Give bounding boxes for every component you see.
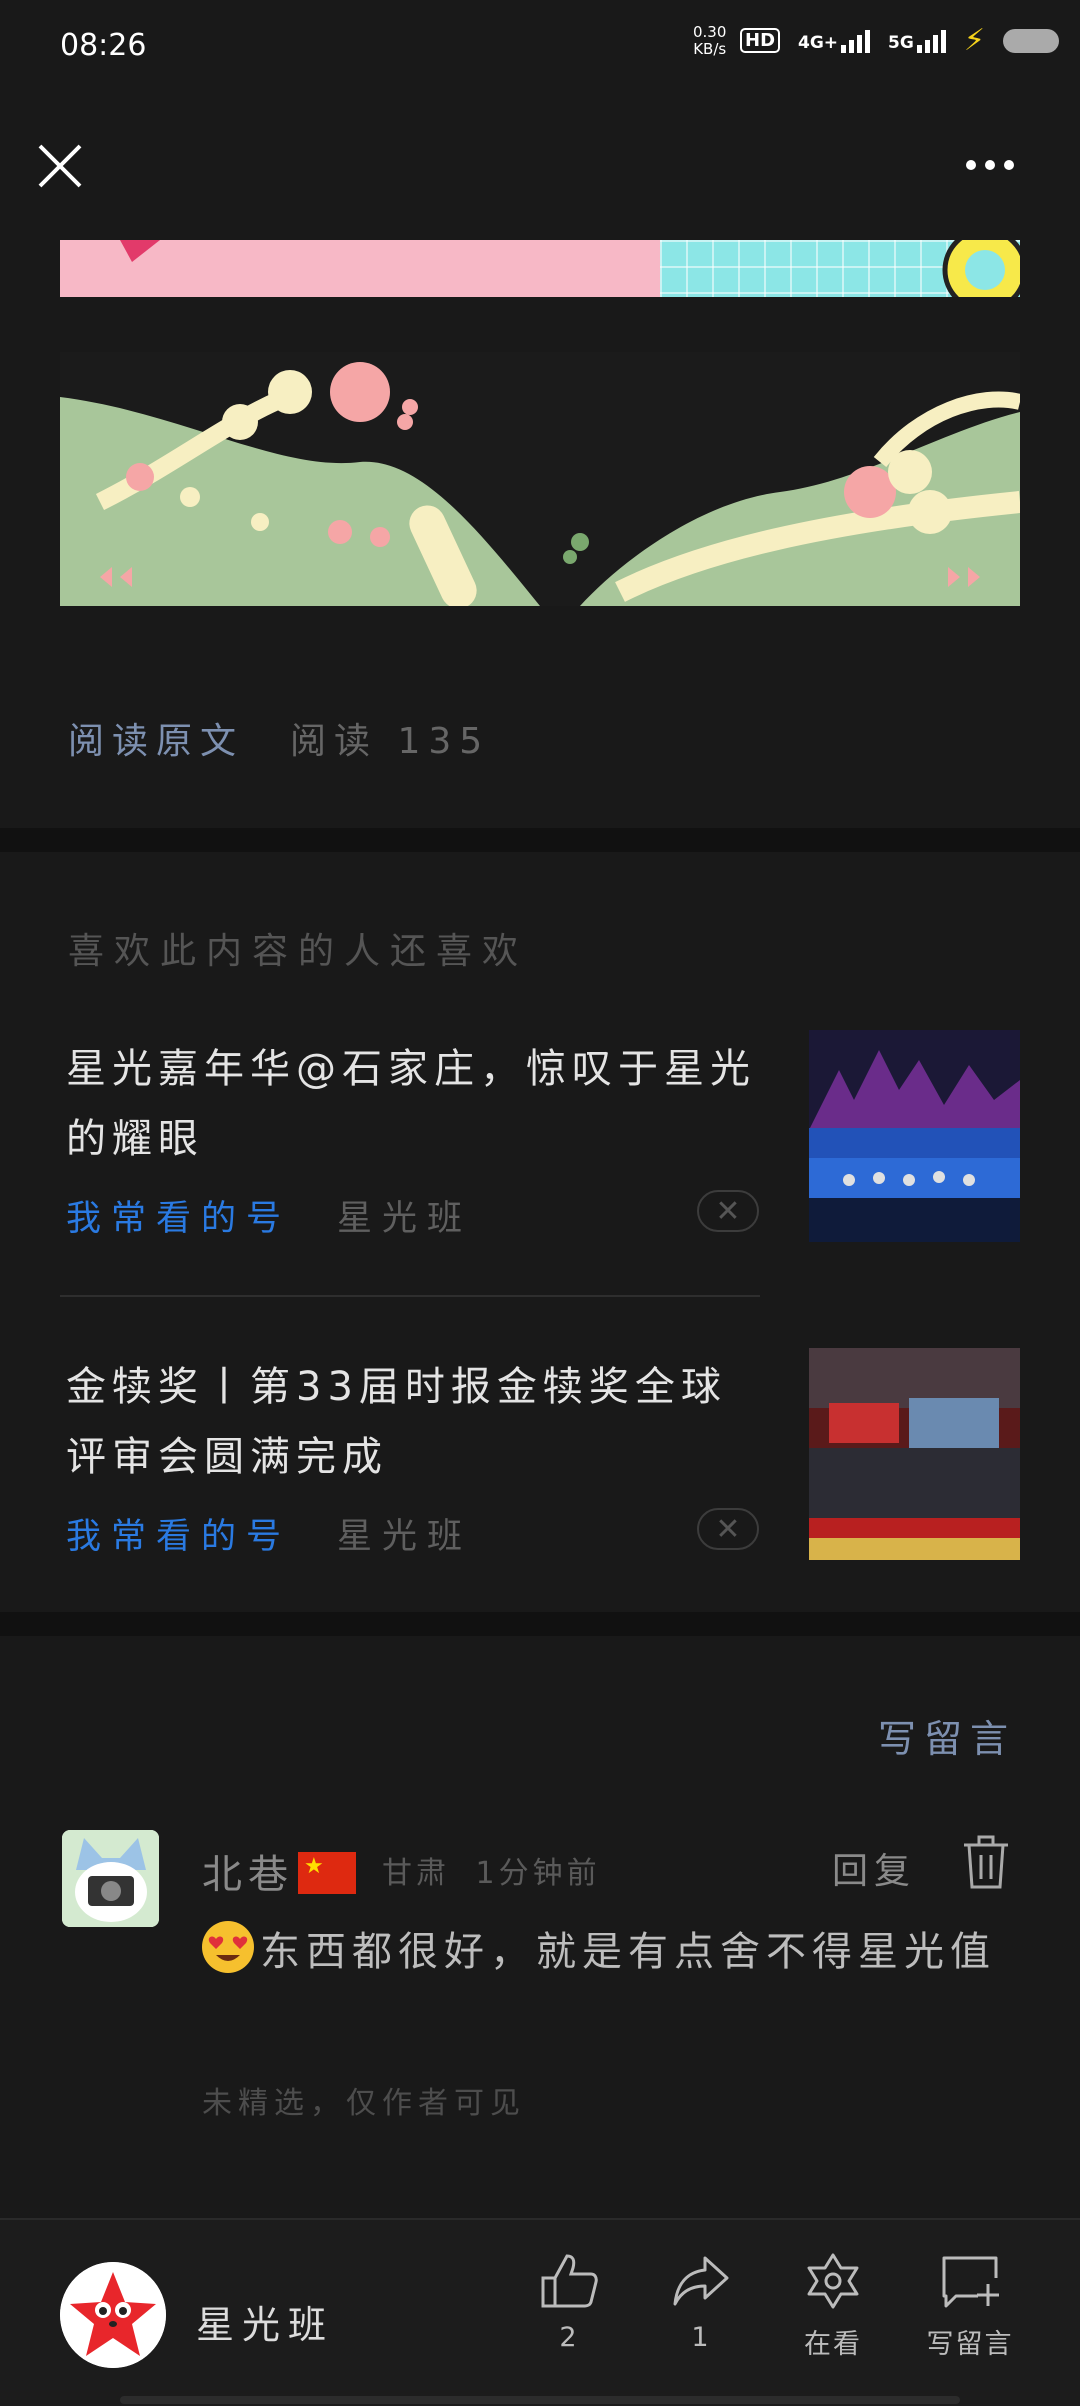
recommend-item-meta: 我常看的号 星光班 [66, 1190, 472, 1241]
status-time: 08:26 [60, 28, 147, 63]
concert-stage-image [809, 1030, 1020, 1242]
comment-time: 1分钟前 [475, 1856, 601, 1891]
charging-icon: ⚡ [963, 22, 985, 58]
like-count: 2 [559, 2322, 579, 2353]
section-separator [0, 828, 1080, 852]
read-count: 阅读 135 [290, 721, 491, 762]
thumbs-up-icon [541, 2254, 598, 2308]
hd-icon: HD [740, 28, 781, 53]
network-speed-value: 0.30 [693, 23, 727, 41]
network-speed-unit: KB/s [693, 40, 727, 58]
recommend-item-thumbnail[interactable] [809, 1030, 1020, 1242]
recommend-item-source[interactable]: 星光班 [337, 1190, 472, 1241]
cat-camera-avatar [62, 1830, 159, 1927]
delete-comment-button[interactable] [962, 1835, 1010, 1889]
write-comment-link[interactable]: 写留言 [878, 1708, 1016, 1763]
recommend-item-thumbnail[interactable] [809, 1348, 1020, 1560]
comment-label: 写留言 [926, 2329, 1014, 2360]
wow-label: 在看 [804, 2329, 862, 2360]
article-banner-image-top [60, 240, 1020, 297]
more-dot [1004, 160, 1014, 170]
article-banner-image [60, 352, 1020, 606]
comment-text-body: 东西都很好，就是有点舍不得星光值 [260, 1929, 996, 1975]
commenter-name[interactable]: 北巷 ★ [202, 1842, 356, 1900]
close-icon: ✕ [715, 1511, 741, 1547]
more-dot [966, 160, 976, 170]
recommend-item-title[interactable]: 金犊奖丨第33届时报金犊奖全球评审会圆满完成 [66, 1352, 766, 1492]
close-icon [38, 144, 82, 188]
wow-button[interactable]: 在看 [788, 2252, 878, 2361]
nr-label: 5G [888, 32, 914, 53]
status-icons: HD 4G+ 5G ⚡ [740, 22, 1059, 58]
recommend-item-title[interactable]: 星光嘉年华@石家庄，惊叹于星光的耀眼 [66, 1034, 766, 1174]
account-name[interactable]: 星光班 [196, 2294, 334, 2349]
floral-illustration [60, 362, 1020, 606]
home-indicator [120, 2396, 960, 2404]
more-dot [985, 160, 995, 170]
read-original-link[interactable]: 阅读原文 [68, 712, 244, 764]
section-separator [0, 1612, 1080, 1636]
comment-region: 甘肃 [382, 1856, 450, 1891]
recommend-divider [60, 1295, 760, 1297]
comment-button[interactable]: 写留言 [920, 2252, 1020, 2361]
group-photo-image [809, 1348, 1020, 1560]
more-button[interactable] [966, 150, 1026, 180]
signal-5g-icon: 5G [888, 29, 946, 53]
recommend-item-meta: 我常看的号 星光班 [66, 1508, 472, 1559]
wow-star-icon [807, 2253, 859, 2309]
like-button[interactable]: 2 [524, 2252, 614, 2353]
reply-button[interactable]: 回复 [832, 1842, 916, 1894]
signal-4g-icon: 4G+ [798, 29, 871, 53]
frequent-account-tag: 我常看的号 [66, 1517, 292, 1557]
account-avatar[interactable] [60, 2262, 166, 2368]
comment-add-icon [942, 2256, 999, 2308]
comment-visibility-note: 未精选，仅作者可见 [202, 2086, 526, 2121]
network-speed: 0.30 KB/s [693, 24, 726, 58]
close-icon: ✕ [715, 1193, 741, 1229]
dismiss-button[interactable]: ✕ [697, 1190, 759, 1232]
trash-icon [964, 1835, 1008, 1889]
dismiss-button[interactable]: ✕ [697, 1508, 759, 1550]
battery-icon [1002, 28, 1059, 53]
lte-label: 4G+ [798, 32, 839, 53]
share-count: 1 [691, 2322, 711, 2353]
share-button[interactable]: 1 [656, 2252, 746, 2353]
star-mascot-logo [60, 2262, 166, 2368]
close-button[interactable] [36, 142, 84, 190]
comment-meta: 甘肃 1分钟前 [382, 1848, 601, 1892]
comment-text: 东西都很好，就是有点舍不得星光值 [202, 1914, 1022, 1990]
commenter-name-text: 北巷 [202, 1852, 294, 1898]
banner-circle-decoration [942, 240, 1020, 297]
commenter-avatar[interactable] [62, 1830, 159, 1927]
recommend-item-source[interactable]: 星光班 [337, 1508, 472, 1559]
frequent-account-tag: 我常看的号 [66, 1199, 292, 1239]
china-flag-icon: ★ [298, 1852, 356, 1894]
share-arrow-icon [673, 2256, 729, 2306]
recommend-heading: 喜欢此内容的人还喜欢 [68, 931, 529, 972]
heart-eyes-emoji-icon [202, 1921, 254, 1973]
